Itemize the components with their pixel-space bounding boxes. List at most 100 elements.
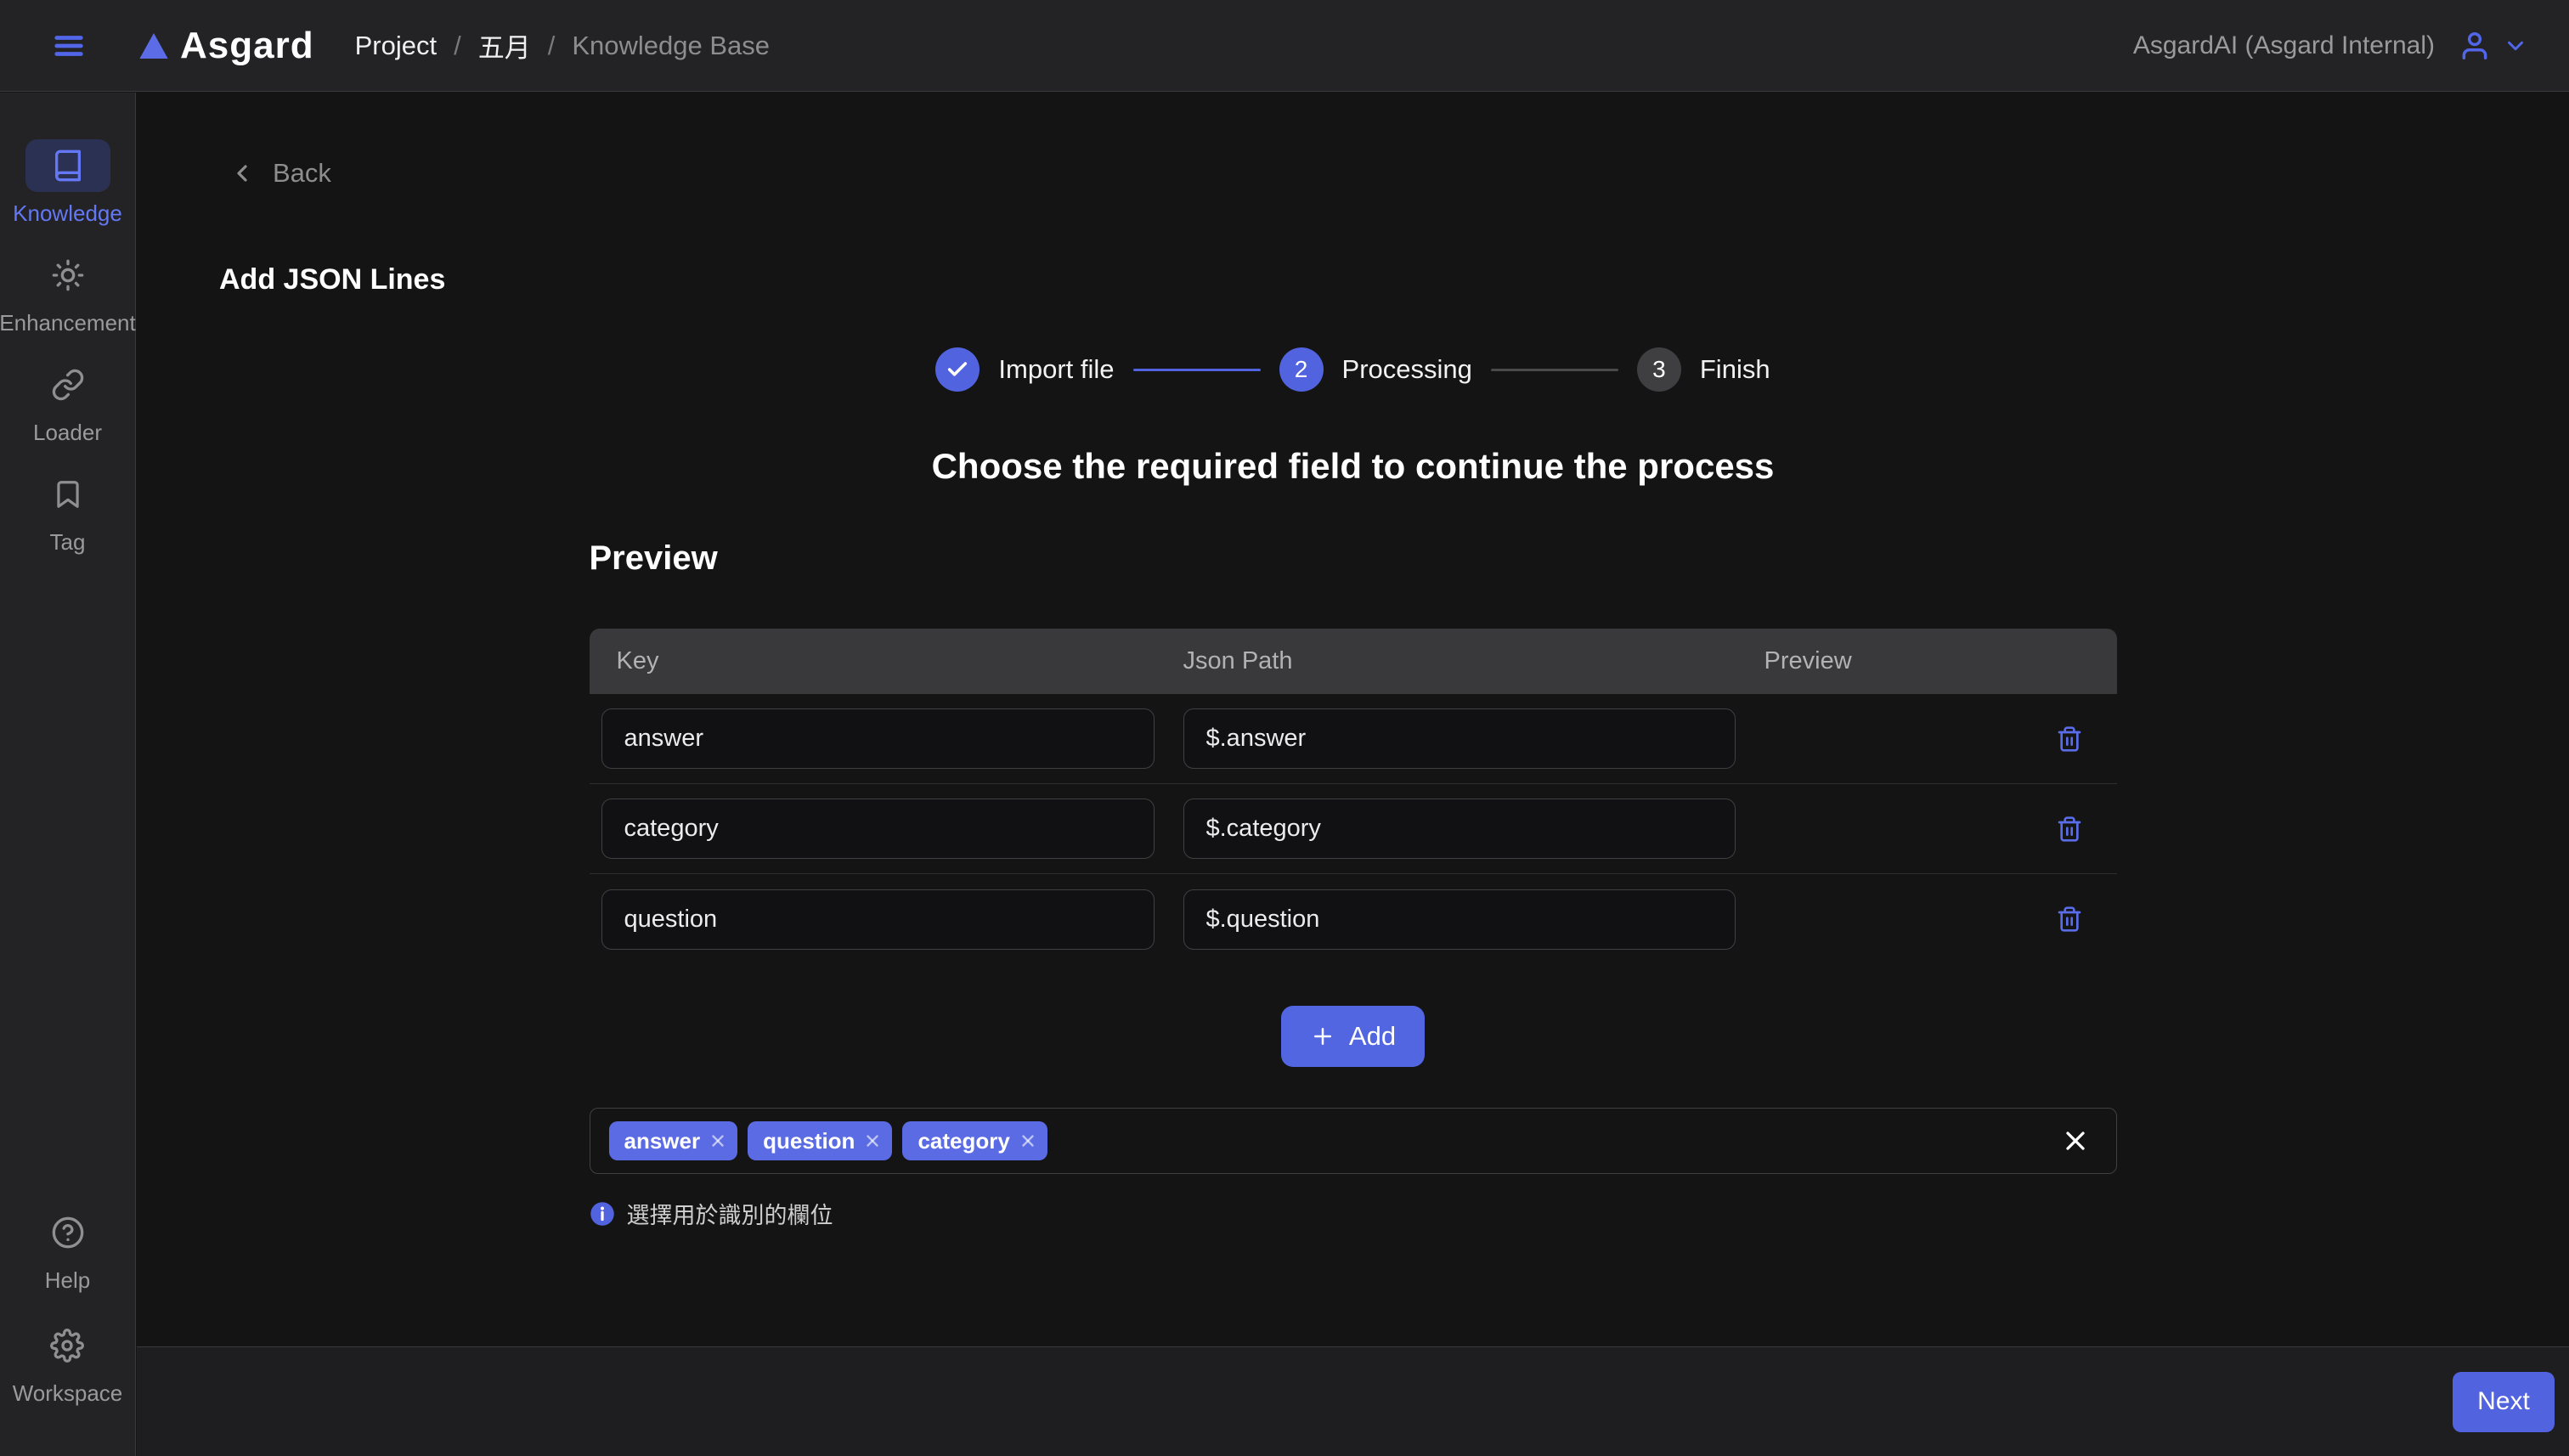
- hamburger-menu-icon: [49, 30, 88, 62]
- left-sidebar: Knowledge Enhancement Loader Tag H: [0, 93, 136, 1456]
- table-row: [590, 784, 2117, 874]
- main-content: Back Add JSON Lines Import file 2 Proces…: [137, 93, 2569, 1456]
- table-header: Key Json Path Preview: [590, 629, 2117, 694]
- top-bar: Asgard Project / 五月 / Knowledge Base Asg…: [0, 0, 2569, 92]
- sidebar-item-loader[interactable]: Loader: [25, 358, 110, 446]
- sidebar-item-help[interactable]: Help: [25, 1206, 110, 1294]
- chip-remove-button[interactable]: [709, 1132, 727, 1150]
- sidebar-label-knowledge: Knowledge: [13, 200, 122, 227]
- table-row: [590, 694, 2117, 784]
- account-label: AsgardAI (Asgard Internal): [2133, 31, 2435, 60]
- step-finish: 3 Finish: [1637, 347, 1770, 392]
- step-subtitle: Choose the required field to continue th…: [137, 446, 2569, 487]
- chevron-left-icon: [229, 160, 256, 187]
- delete-row-button[interactable]: [2052, 811, 2086, 847]
- chip-category[interactable]: category: [902, 1121, 1047, 1160]
- step-label-import-file: Import file: [998, 354, 1114, 385]
- sidebar-label-help: Help: [45, 1267, 90, 1294]
- triangle-logo-icon: [136, 30, 172, 62]
- breadcrumb-separator: /: [454, 31, 461, 61]
- sidebar-item-tag[interactable]: Tag: [25, 468, 110, 556]
- delete-row-button[interactable]: [2052, 901, 2086, 937]
- step-label-processing: Processing: [1342, 354, 1472, 385]
- brand-logo[interactable]: Asgard: [136, 25, 314, 67]
- book-icon: [25, 139, 110, 192]
- back-button[interactable]: Back: [229, 158, 331, 189]
- next-button[interactable]: Next: [2453, 1372, 2555, 1432]
- step-connector-pending: [1491, 369, 1618, 371]
- bookmark-icon: [25, 468, 110, 521]
- info-icon: [590, 1201, 615, 1227]
- x-icon: [1019, 1132, 1037, 1150]
- json-path-input-answer[interactable]: [1183, 708, 1736, 769]
- field-mapping-table: Key Json Path Preview: [590, 629, 2117, 964]
- hamburger-menu-button[interactable]: [49, 30, 88, 62]
- gear-icon: [25, 1319, 110, 1372]
- breadcrumb-project[interactable]: Project: [355, 31, 437, 61]
- x-icon: [709, 1132, 727, 1150]
- json-path-input-category[interactable]: [1183, 799, 1736, 859]
- step-import-file: Import file: [935, 347, 1114, 392]
- selected-field-chips: answer question: [609, 1121, 1047, 1160]
- hint-text: 選擇用於識別的欄位: [627, 1197, 833, 1230]
- table-row: [590, 874, 2117, 964]
- sidebar-item-enhancement[interactable]: Enhancement: [0, 249, 136, 336]
- delete-row-button[interactable]: [2052, 721, 2086, 757]
- trash-icon: [2056, 725, 2083, 753]
- column-header-json-path: Json Path: [1183, 647, 1764, 675]
- trash-icon: [2056, 905, 2083, 934]
- column-header-preview: Preview: [1764, 647, 2117, 675]
- stepper: Import file 2 Processing 3 Finish: [137, 347, 2569, 392]
- brand-name: Asgard: [180, 25, 314, 67]
- sidebar-label-tag: Tag: [50, 529, 86, 556]
- step-number-2: 2: [1279, 347, 1324, 392]
- help-circle-icon: [25, 1206, 110, 1259]
- step-label-finish: Finish: [1700, 354, 1770, 385]
- column-header-key: Key: [603, 647, 1183, 675]
- sidebar-item-knowledge[interactable]: Knowledge: [13, 139, 122, 227]
- chip-question[interactable]: question: [748, 1121, 892, 1160]
- account-menu[interactable]: AsgardAI (Asgard Internal): [2133, 30, 2528, 62]
- sidebar-nav: Knowledge Enhancement Loader Tag: [0, 93, 135, 556]
- breadcrumb-folder[interactable]: 五月: [478, 26, 531, 65]
- chip-remove-button[interactable]: [1019, 1132, 1037, 1150]
- trash-icon: [2056, 815, 2083, 844]
- link-icon: [25, 358, 110, 411]
- plus-icon: [1310, 1024, 1335, 1049]
- json-path-input-question[interactable]: [1183, 889, 1736, 950]
- clear-all-fields-button[interactable]: [2060, 1126, 2091, 1156]
- step-check-icon: [935, 347, 980, 392]
- key-input-category[interactable]: [601, 799, 1155, 859]
- sidebar-label-enhancement: Enhancement: [0, 310, 136, 336]
- breadcrumb-separator: /: [548, 31, 556, 61]
- key-input-answer[interactable]: [601, 708, 1155, 769]
- breadcrumb-current-page: Knowledge Base: [572, 31, 770, 61]
- chip-label: question: [763, 1128, 855, 1154]
- step-connector-done: [1133, 369, 1261, 371]
- sun-icon: [25, 249, 110, 302]
- user-icon: [2459, 30, 2491, 62]
- chip-label: answer: [624, 1128, 701, 1154]
- breadcrumb: Project / 五月 / Knowledge Base: [355, 26, 770, 65]
- x-icon: [863, 1132, 882, 1150]
- step-processing: 2 Processing: [1279, 347, 1472, 392]
- sidebar-bottom-nav: Help Workspace: [0, 1206, 135, 1456]
- sidebar-label-loader: Loader: [33, 420, 102, 446]
- sidebar-item-workspace[interactable]: Workspace: [13, 1319, 123, 1407]
- step-number-3: 3: [1637, 347, 1681, 392]
- wizard-footer: Next: [137, 1346, 2569, 1456]
- key-input-question[interactable]: [601, 889, 1155, 950]
- page-title: Add JSON Lines: [219, 263, 445, 296]
- chip-answer[interactable]: answer: [609, 1121, 738, 1160]
- chevron-down-icon: [2503, 33, 2528, 59]
- add-button-label: Add: [1349, 1021, 1396, 1052]
- back-label: Back: [273, 158, 331, 189]
- add-row-button[interactable]: Add: [1281, 1006, 1425, 1067]
- identifier-field-select[interactable]: answer question: [590, 1108, 2117, 1174]
- x-icon: [2060, 1126, 2091, 1156]
- chip-remove-button[interactable]: [863, 1132, 882, 1150]
- sidebar-label-workspace: Workspace: [13, 1380, 123, 1407]
- preview-section-title: Preview: [590, 539, 2117, 578]
- field-select-hint: 選擇用於識別的欄位: [590, 1197, 2117, 1230]
- chip-label: category: [918, 1128, 1009, 1154]
